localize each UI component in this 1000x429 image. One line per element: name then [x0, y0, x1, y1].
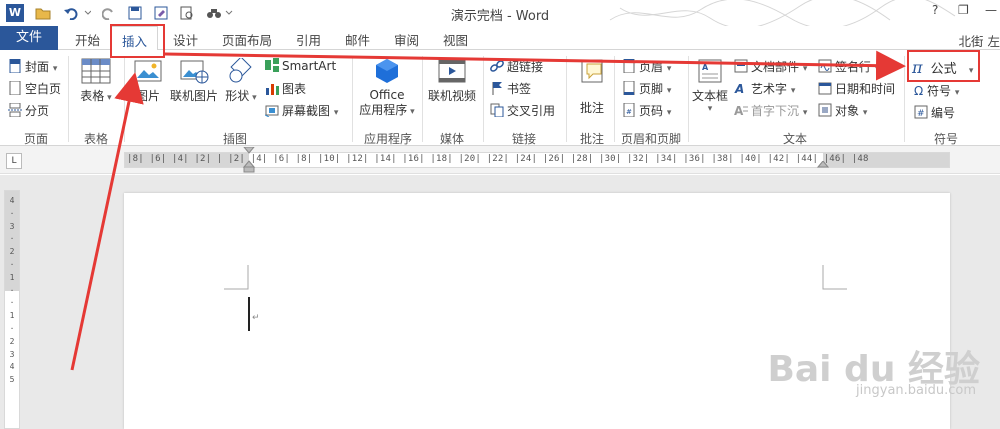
annotation-arrows	[70, 50, 906, 371]
arrow-to-insert-tab	[70, 72, 144, 371]
arrow-to-equation	[164, 50, 906, 81]
